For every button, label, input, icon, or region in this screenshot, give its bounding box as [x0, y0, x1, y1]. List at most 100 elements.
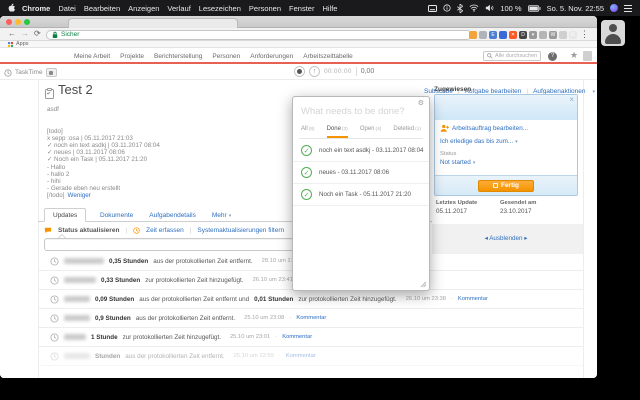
submit-time-button[interactable]: ↑	[309, 66, 320, 77]
new-todo-input[interactable]	[301, 106, 413, 117]
browser-tab[interactable]	[68, 18, 238, 28]
comment-link[interactable]: Kommentar	[458, 296, 488, 302]
close-icon[interactable]: ×	[569, 95, 574, 104]
nav-item[interactable]: Anforderungen	[250, 53, 293, 60]
nav-item[interactable]: Arbeitszeittabelle	[303, 53, 353, 60]
menubar-item[interactable]: Datei	[58, 4, 76, 13]
siri-icon[interactable]	[610, 4, 618, 12]
track-time-link[interactable]: Zeit erfassen	[146, 227, 184, 234]
tab-3[interactable]: Mehr▾	[212, 212, 231, 219]
user-avatar-icon[interactable]	[601, 20, 625, 46]
menubar-item[interactable]: Personen	[249, 4, 281, 13]
tasktime-settings-icon[interactable]	[46, 68, 57, 77]
battery-icon[interactable]	[528, 5, 541, 12]
extension-icon[interactable]: D	[519, 31, 527, 39]
popup-tab-done[interactable]: Done(3)	[327, 126, 348, 138]
extension-icon[interactable]: ✕	[509, 31, 517, 39]
menubar-clock[interactable]: So. 5. Nov. 22:55	[547, 4, 604, 13]
bluetooth-icon[interactable]	[457, 4, 463, 13]
done-button-label: Fertig	[501, 182, 519, 189]
minimize-window-button[interactable]	[15, 19, 21, 25]
menubar-item[interactable]: Fenster	[289, 4, 314, 13]
todo-item[interactable]: ✓neues - 03.11.2017 08:06	[293, 162, 429, 184]
update-status-button[interactable]: Status aktualisieren	[58, 227, 119, 234]
nav-item[interactable]: Personen	[212, 53, 240, 60]
last-update-value: 05.11.2017	[436, 208, 477, 215]
extension-icon[interactable]: G	[569, 31, 577, 39]
nav-item[interactable]: Projekte	[120, 53, 144, 60]
zoom-window-button[interactable]	[24, 19, 30, 25]
address-bar[interactable]: Sicher	[46, 30, 472, 40]
popup-tab-all[interactable]: All(8)	[301, 126, 315, 138]
favorites-star-icon[interactable]: ★	[570, 50, 578, 61]
tab-2[interactable]: Aufgabendetails	[149, 212, 196, 219]
show-less-link[interactable]: Weniger	[68, 192, 91, 199]
volume-icon[interactable]	[485, 4, 494, 12]
extension-icon[interactable]: ▾	[529, 31, 537, 39]
browser-titlebar	[0, 16, 597, 28]
extension-icon[interactable]	[499, 31, 507, 39]
edit-assignment-row[interactable]: Arbeitsauftrag bearbeiten...	[440, 124, 528, 132]
profile-avatar[interactable]	[583, 51, 592, 61]
check-circle-icon[interactable]: ✓	[301, 145, 312, 156]
popup-tab-deleted[interactable]: Deleted(1)	[393, 126, 421, 138]
menubar-item[interactable]: Anzeigen	[128, 4, 159, 13]
wifi-icon[interactable]	[469, 4, 479, 12]
search-input[interactable]	[495, 53, 537, 59]
time-log-icon	[50, 295, 59, 304]
close-window-button[interactable]	[6, 19, 12, 25]
menubar-item[interactable]: Hilfe	[322, 4, 337, 13]
update-text: 0,01 Stunden	[254, 296, 293, 303]
reload-button[interactable]: ⟳	[34, 29, 41, 38]
back-button[interactable]: ←	[8, 29, 16, 38]
menubar-item[interactable]: Chrome	[22, 4, 50, 13]
done-button[interactable]: Fertig	[478, 180, 534, 192]
apps-grid-icon[interactable]	[8, 42, 13, 47]
todo-item[interactable]: ✓ Noch ein Task - 05.11.2017 21:20	[293, 184, 429, 206]
update-text: 0,09 Stunden	[95, 296, 134, 303]
check-circle-icon[interactable]: ✓	[301, 189, 312, 200]
todo-item-label: Noch ein Task - 05.11.2017 21:20	[319, 191, 411, 198]
nav-item[interactable]: Meine Arbeit	[74, 53, 110, 60]
input-source-icon[interactable]	[428, 5, 437, 12]
extension-icon[interactable]	[479, 31, 487, 39]
extension-icon[interactable]	[469, 31, 477, 39]
notification-center-icon[interactable]	[624, 5, 632, 12]
due-date-link[interactable]: Ich erledige das bis zum...	[440, 138, 513, 145]
todo-item[interactable]: ✓noch ein text asdkj - 03.11.2017 08:04	[293, 140, 429, 162]
status-value-link[interactable]: Not started	[440, 159, 471, 166]
forward-button[interactable]: →	[21, 29, 29, 38]
nav-item[interactable]: Berichterstellung	[154, 53, 202, 60]
due-date-row[interactable]: Ich erledige das bis zum...▾	[440, 138, 518, 145]
apple-logo-icon[interactable]	[8, 3, 16, 13]
browser-menu-icon[interactable]: ⋮	[580, 29, 589, 40]
check-circle-icon[interactable]: ✓	[301, 167, 312, 178]
extension-icon[interactable]	[559, 31, 567, 39]
apps-shortcut[interactable]: Apps	[16, 41, 29, 47]
edit-assignment-link[interactable]: Arbeitsauftrag bearbeiten...	[452, 125, 528, 132]
menubar-item[interactable]: Lesezeichen	[199, 4, 241, 13]
help-button[interactable]: ?	[548, 52, 557, 61]
menubar-item[interactable]: Bearbeiten	[84, 4, 120, 13]
extension-icon[interactable]: E	[489, 31, 497, 39]
update-text: 0,35 Stunden	[109, 258, 148, 265]
gear-icon[interactable]: ⚙	[418, 99, 424, 107]
comment-link[interactable]: Kommentar	[286, 353, 316, 359]
filter-system-updates-link[interactable]: Systemaktualisierungen filtern	[197, 227, 284, 234]
comment-link[interactable]: Kommentar	[296, 315, 326, 321]
popup-tab-open[interactable]: Open(4)	[360, 126, 382, 138]
info-menu-icon[interactable]	[443, 4, 451, 12]
record-button[interactable]	[294, 66, 305, 77]
extension-icon[interactable]: W	[549, 31, 557, 39]
tab-1[interactable]: Dokumente	[100, 212, 133, 219]
assignee-area: ×	[435, 95, 577, 120]
resize-handle[interactable]	[420, 281, 427, 288]
global-search[interactable]	[483, 51, 541, 61]
menubar-item[interactable]: Verlauf	[167, 4, 190, 13]
tab-updates[interactable]: Updates	[44, 208, 86, 222]
extension-icon[interactable]	[539, 31, 547, 39]
comment-link[interactable]: Kommentar	[282, 334, 312, 340]
status-value-row[interactable]: Not started▾	[440, 159, 475, 166]
hide-panel-link[interactable]: ◂ Ausblenden ▸	[434, 235, 578, 242]
redacted-username	[64, 277, 96, 283]
